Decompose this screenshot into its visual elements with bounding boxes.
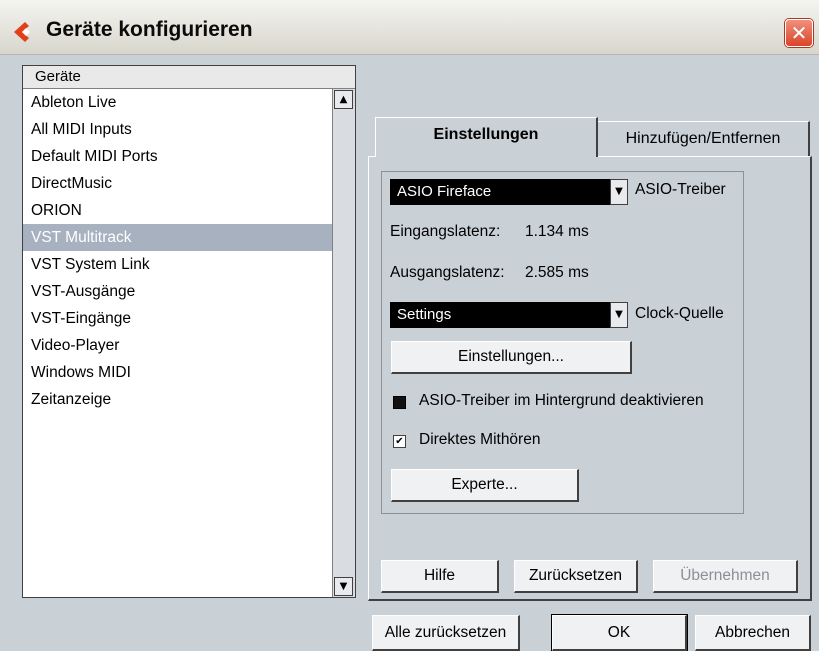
alle-zuruecksetzen-button[interactable]: Alle zurücksetzen <box>372 615 520 651</box>
deactivate-checkbox[interactable] <box>393 396 406 409</box>
list-item[interactable]: Windows MIDI <box>23 359 333 386</box>
window-title: Geräte konfigurieren <box>46 18 253 41</box>
input-latency-value: 1.134 ms <box>525 223 589 240</box>
ok-button[interactable]: OK <box>551 614 688 651</box>
list-item[interactable]: Default MIDI Ports <box>23 143 333 170</box>
uebernehmen-button[interactable]: Übernehmen <box>653 560 798 593</box>
list-item[interactable]: Video-Player <box>23 332 333 359</box>
deactivate-label: ASIO-Treiber im Hintergrund deaktivieren <box>419 392 704 409</box>
close-button[interactable]: ✕ <box>785 19 813 47</box>
zuruecksetzen-button[interactable]: Zurücksetzen <box>514 560 638 593</box>
scroll-up-arrow-icon[interactable]: ▲ <box>334 90 353 109</box>
clock-source-label: Clock-Quelle <box>635 305 724 322</box>
direct-monitoring-label: Direktes Mithören <box>419 431 541 448</box>
cubase-logo-icon <box>14 22 30 42</box>
einstellungen-button[interactable]: Einstellungen... <box>391 341 632 374</box>
output-latency-value: 2.585 ms <box>525 264 589 281</box>
hilfe-button[interactable]: Hilfe <box>381 560 499 593</box>
device-list: Geräte Ableton Live All MIDI Inputs Defaul… <box>22 65 356 598</box>
tab-einstellungen[interactable]: Einstellungen <box>375 117 598 157</box>
asio-driver-value: ASIO Fireface <box>397 183 492 200</box>
asio-driver-select[interactable]: ASIO Fireface ▼ <box>390 179 628 205</box>
dialog-body: Geräte Ableton Live All MIDI Inputs Defaul… <box>0 55 819 651</box>
direct-monitoring-checkbox[interactable]: ✔ <box>393 435 406 448</box>
list-item[interactable]: DirectMusic <box>23 170 333 197</box>
scroll-down-arrow-icon[interactable]: ▼ <box>334 577 353 596</box>
input-latency-label: Eingangslatenz: <box>390 223 501 240</box>
experte-button[interactable]: Experte... <box>391 469 579 502</box>
clock-source-value: Settings <box>397 306 452 323</box>
list-item[interactable]: All MIDI Inputs <box>23 116 333 143</box>
close-icon: ✕ <box>790 21 808 45</box>
clock-source-select[interactable]: Settings ▼ <box>390 302 628 328</box>
device-list-scrollbar[interactable]: ▲ ▼ <box>332 89 355 597</box>
list-item[interactable]: Ableton Live <box>23 89 333 116</box>
checkmark-icon: ✔ <box>395 435 404 447</box>
abbrechen-button[interactable]: Abbrechen <box>695 615 811 651</box>
list-item[interactable]: VST System Link <box>23 251 333 278</box>
list-item[interactable]: ORION <box>23 197 333 224</box>
chevron-down-icon[interactable]: ▼ <box>610 179 628 205</box>
device-list-header: Geräte <box>23 66 355 89</box>
device-list-items: Ableton Live All MIDI Inputs Default MIDI … <box>23 89 333 597</box>
output-latency-label: Ausgangslatenz: <box>390 264 505 281</box>
list-item[interactable]: VST Multitrack <box>23 224 333 251</box>
chevron-down-icon[interactable]: ▼ <box>610 302 628 328</box>
title-bar: Geräte konfigurieren ✕ <box>0 0 819 55</box>
list-item[interactable]: VST-Ausgänge <box>23 278 333 305</box>
asio-driver-label: ASIO-Treiber <box>635 181 726 198</box>
list-item[interactable]: Zeitanzeige <box>23 386 333 413</box>
list-item[interactable]: VST-Eingänge <box>23 305 333 332</box>
tab-hinzufuegen-entfernen[interactable]: Hinzufügen/Entfernen <box>598 121 810 157</box>
